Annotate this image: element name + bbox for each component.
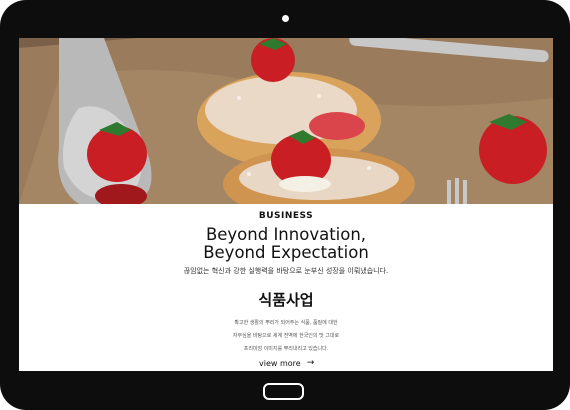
home-button[interactable] <box>263 383 304 400</box>
view-more-link[interactable]: view more → <box>259 358 314 368</box>
business-heading: 식품사업 <box>258 291 314 309</box>
hero-image <box>19 38 553 204</box>
section-subtitle: 끊임없는 혁신과 강한 실행력을 바탕으로 눈부신 성장을 이뤄냈습니다. <box>183 267 389 275</box>
dessert-photo-icon <box>19 38 553 204</box>
title-line-2: Beyond Expectation <box>203 243 369 262</box>
business-description: 확고한 생활의 뿌리가 되어주는 식품, 품질에 대한 자부심을 바탕으로 세계… <box>19 317 553 356</box>
section-eyebrow: BUSINESS <box>258 211 314 221</box>
business-section: BUSINESS Beyond Innovation, Beyond Expec… <box>19 204 553 371</box>
title-line-1: Beyond Innovation, <box>205 225 367 244</box>
section-title: Beyond Innovation, Beyond Expectation <box>19 226 553 262</box>
view-more-label: view more <box>259 358 301 368</box>
description-line: 확고한 생활의 뿌리가 되어주는 식품, 품질에 대한 <box>234 320 338 326</box>
screen: BUSINESS Beyond Innovation, Beyond Expec… <box>19 38 553 371</box>
arrow-right-icon: → <box>306 358 315 368</box>
camera-dot <box>282 15 289 22</box>
description-line: 프리미엄 이미지를 뿌리내리고 있습니다. <box>243 346 329 352</box>
tablet-frame: BUSINESS Beyond Innovation, Beyond Expec… <box>0 0 570 410</box>
description-line: 자부심을 바탕으로 세계 전역에 한국인의 맛 그대로 <box>232 333 340 339</box>
